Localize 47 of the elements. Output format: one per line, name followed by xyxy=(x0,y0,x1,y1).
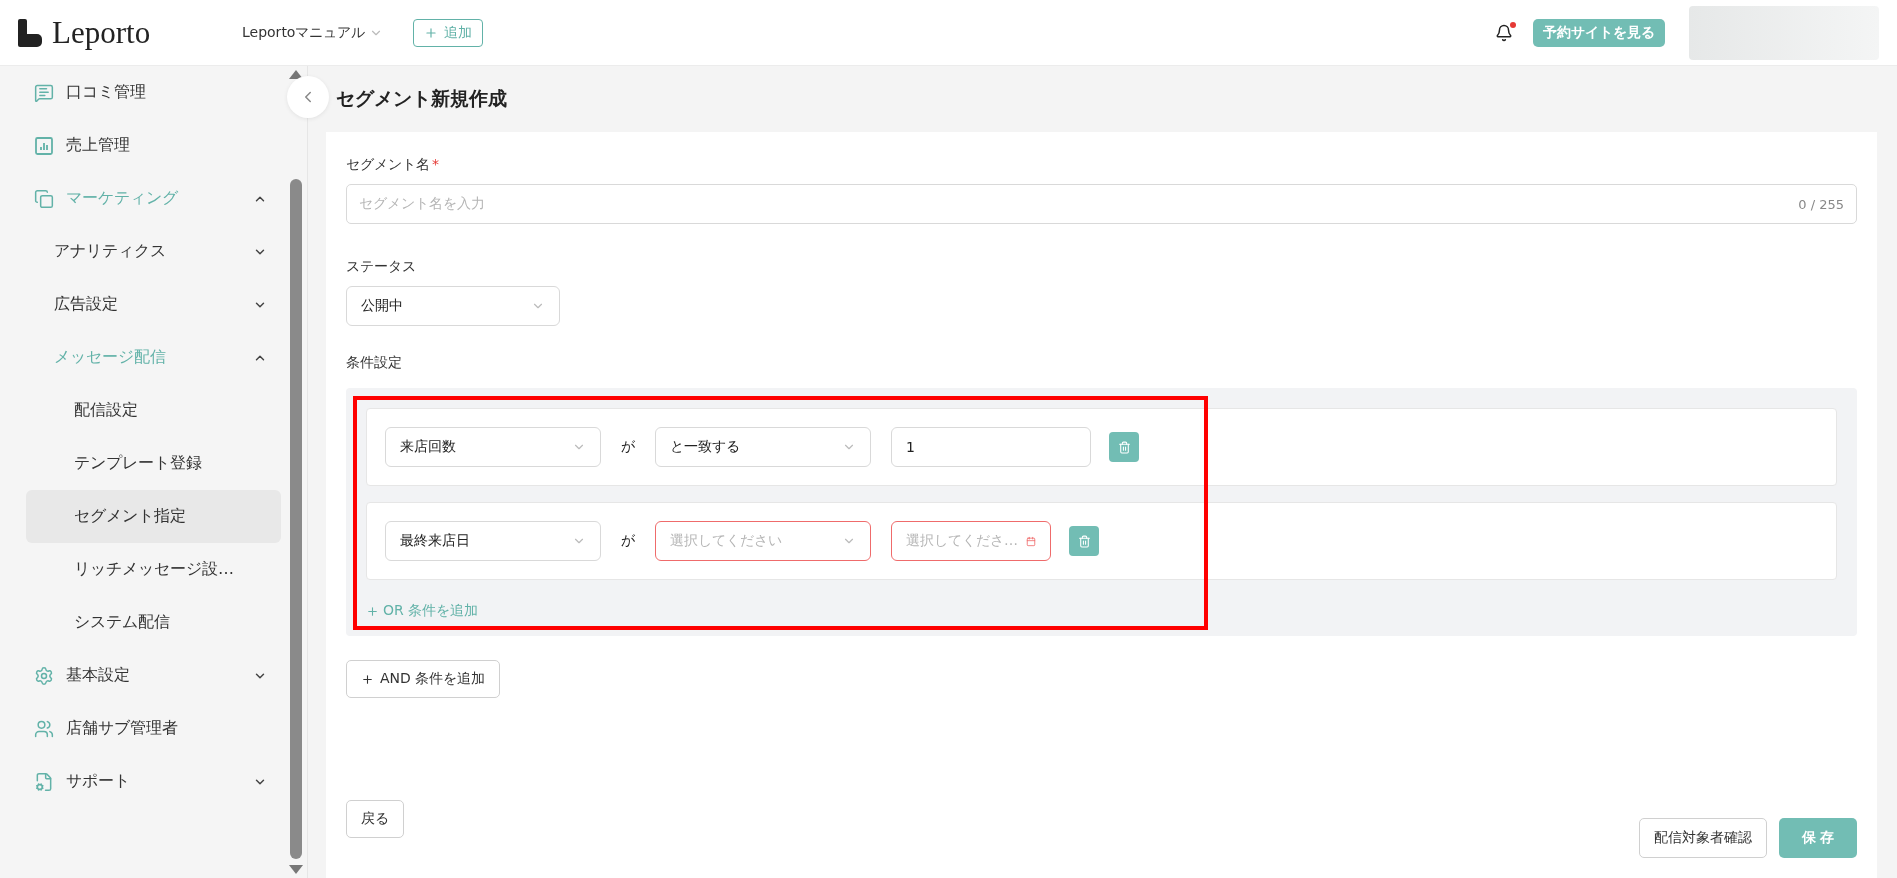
delete-button[interactable] xyxy=(1109,432,1139,462)
field-select[interactable]: 最終来店日 xyxy=(385,521,601,561)
plus-icon xyxy=(366,604,379,618)
logo-icon xyxy=(18,18,42,47)
character-counter: 0 / 255 xyxy=(1798,196,1844,212)
sidebar-item[interactable]: テンプレート登録 xyxy=(26,437,281,490)
confirm-recipients-button[interactable]: 配信対象者確認 xyxy=(1639,818,1767,858)
plus-icon xyxy=(424,25,439,40)
sidebar-item[interactable]: 口コミ管理 xyxy=(26,66,281,119)
comment-icon xyxy=(34,82,54,103)
field-label: セグメント名* xyxy=(346,156,440,174)
back-button[interactable]: 戻る xyxy=(346,800,404,838)
calendar-icon xyxy=(1026,534,1036,548)
sidebar-item[interactable]: 広告設定 xyxy=(26,278,281,331)
add-and-condition-button[interactable]: AND 条件を追加 xyxy=(346,660,501,698)
sidebar-item[interactable]: セグメント指定 xyxy=(26,490,281,543)
status-select[interactable]: 公開中 xyxy=(346,286,560,326)
sidebar-item[interactable]: 基本設定 xyxy=(26,649,281,702)
sidebar-item[interactable]: 売上管理 xyxy=(26,119,281,172)
page-title: セグメント新規作成 xyxy=(335,86,508,111)
workspace-dropdown[interactable]: Leportoマニュアル xyxy=(242,23,384,42)
bar-chart-icon xyxy=(34,135,54,156)
delete-button[interactable] xyxy=(1069,526,1099,556)
plus-icon xyxy=(361,672,374,686)
field-select[interactable]: 来店回数 xyxy=(385,427,601,467)
segment-name-field[interactable]: セグメント名を入力 0 / 255 xyxy=(346,184,1857,224)
logo-text: Leporto xyxy=(52,14,151,51)
sidebar-item[interactable]: 店舗サブ管理者 xyxy=(26,702,281,755)
field-label: 条件設定 xyxy=(346,354,403,372)
trash-icon xyxy=(1117,440,1131,454)
windows-icon xyxy=(34,188,54,209)
sidebar-item[interactable]: リッチメッセージ設… xyxy=(26,543,281,596)
sidebar-item[interactable]: アナリティクス xyxy=(26,225,281,278)
connector-text: が xyxy=(620,438,636,456)
document-icon xyxy=(34,771,54,792)
value-field[interactable]: 1 xyxy=(891,427,1091,467)
connector-text: が xyxy=(620,532,636,550)
sidebar-item[interactable]: システム配信 xyxy=(26,596,281,649)
collapse-button[interactable] xyxy=(287,76,329,118)
field-label: ステータス xyxy=(346,258,417,276)
trash-icon xyxy=(1077,534,1091,548)
sidebar-item[interactable]: 配信設定 xyxy=(26,384,281,437)
operator-select[interactable]: と一致する xyxy=(655,427,871,467)
notification-icon[interactable] xyxy=(1495,23,1513,42)
users-icon xyxy=(34,718,54,739)
sidebar-item[interactable]: サポート xyxy=(26,755,281,808)
settings-icon xyxy=(34,665,54,686)
